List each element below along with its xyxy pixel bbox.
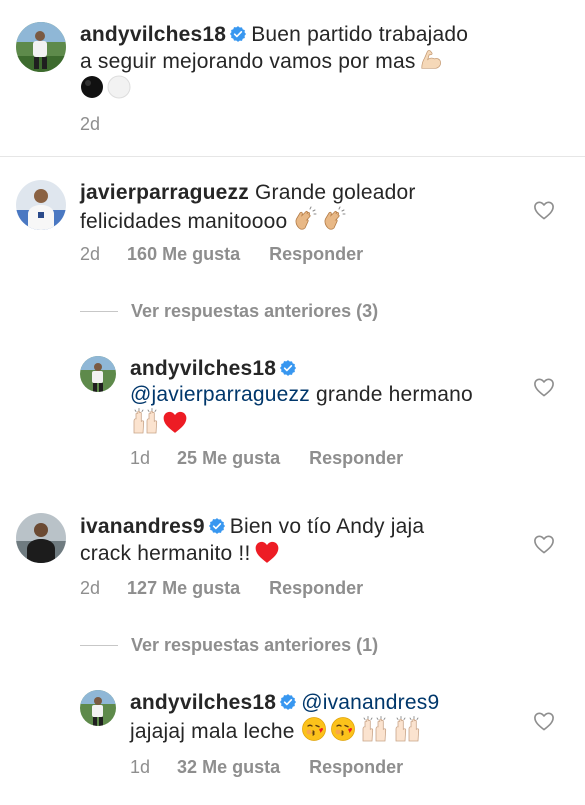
comment-line2: felicidades manitoooo bbox=[80, 210, 288, 233]
raising-hands-emoji bbox=[392, 716, 422, 742]
caption-section: andyvilches18 Buen partido trabajado a se… bbox=[0, 0, 585, 157]
mention-link[interactable]: @javierparraguezz bbox=[130, 383, 310, 406]
comment-likes[interactable]: 160 Me gusta bbox=[127, 244, 240, 265]
caption-line2: a seguir mejorando vamos por mas bbox=[80, 50, 416, 73]
like-heart-icon[interactable] bbox=[533, 377, 555, 397]
mention-link[interactable]: @ivanandres9 bbox=[301, 691, 439, 714]
reply-button[interactable]: Responder bbox=[269, 244, 363, 265]
comment-avatar-javierparraguezz[interactable] bbox=[16, 180, 66, 230]
raising-hands-emoji bbox=[359, 716, 389, 742]
replies-divider bbox=[80, 645, 118, 646]
reply-time: 1d bbox=[130, 448, 151, 468]
caption-line1: Buen partido trabajado bbox=[251, 23, 469, 46]
comment-line1: Bien vo tío Andy jaja bbox=[229, 515, 425, 538]
comment-username[interactable]: javierparraguezz bbox=[80, 181, 249, 204]
clapping-hands-emoji bbox=[322, 206, 348, 232]
reply-text-2: andyvilches18 @ivanandres9 jajajaj mala l… bbox=[130, 690, 530, 745]
reply-avatar-andyvilches18[interactable] bbox=[80, 356, 116, 392]
reply-text-1: andyvilches18 @javierparraguezz grande h… bbox=[130, 356, 520, 437]
reply-button[interactable]: Responder bbox=[309, 757, 403, 778]
kiss-face-emoji bbox=[301, 716, 327, 742]
reply-likes[interactable]: 25 Me gusta bbox=[177, 448, 280, 469]
verified-badge-icon bbox=[229, 25, 247, 43]
kiss-face-emoji bbox=[330, 716, 356, 742]
reply-avatar-andyvilches18[interactable] bbox=[80, 690, 116, 726]
reply-button[interactable]: Responder bbox=[309, 448, 403, 469]
comment-username[interactable]: ivanandres9 bbox=[80, 515, 205, 538]
comment-avatar-ivanandres9[interactable] bbox=[16, 513, 66, 563]
view-previous-replies-button[interactable]: Ver respuestas anteriores (3) bbox=[131, 301, 378, 322]
comment-text-javierparraguezz: javierparraguezz Grande goleador felicid… bbox=[80, 180, 520, 235]
white-circle-emoji bbox=[107, 75, 131, 99]
comment-meta: 2d 127 Me gusta Responder bbox=[80, 578, 363, 599]
reply-meta: 1d 32 Me gusta Responder bbox=[130, 757, 403, 778]
like-heart-icon[interactable] bbox=[533, 711, 555, 731]
caption-meta: 2d bbox=[80, 114, 100, 135]
reply-body: grande hermano bbox=[316, 383, 473, 406]
comment-line2: crack hermanito !! bbox=[80, 542, 251, 565]
like-heart-icon[interactable] bbox=[533, 200, 555, 220]
comment-text-ivanandres9: ivanandres9 Bien vo tío Andy jaja crack h… bbox=[80, 514, 520, 567]
caption-avatar[interactable] bbox=[16, 22, 66, 72]
comment-time: 2d bbox=[80, 244, 101, 264]
black-circle-emoji bbox=[80, 75, 104, 99]
view-previous-replies-button[interactable]: Ver respuestas anteriores (1) bbox=[131, 635, 378, 656]
reply-button[interactable]: Responder bbox=[269, 578, 363, 599]
comment-likes[interactable]: 127 Me gusta bbox=[127, 578, 240, 599]
verified-badge-icon bbox=[279, 693, 297, 711]
caption-time: 2d bbox=[80, 114, 101, 134]
red-heart-emoji bbox=[162, 410, 188, 434]
raising-hands-emoji bbox=[130, 408, 160, 434]
red-heart-emoji bbox=[254, 540, 280, 564]
reply-time: 1d bbox=[130, 757, 151, 777]
flexed-biceps-emoji bbox=[419, 48, 443, 72]
replies-divider bbox=[80, 311, 118, 312]
reply-username[interactable]: andyvilches18 bbox=[130, 691, 276, 714]
reply-username[interactable]: andyvilches18 bbox=[130, 357, 276, 380]
comment-meta: 2d 160 Me gusta Responder bbox=[80, 244, 363, 265]
verified-badge-icon bbox=[279, 359, 297, 377]
comment-time: 2d bbox=[80, 578, 101, 598]
verified-badge-icon bbox=[208, 517, 226, 535]
reply-meta: 1d 25 Me gusta Responder bbox=[130, 448, 403, 469]
comment-line1: Grande goleador bbox=[255, 181, 416, 204]
caption-text: andyvilches18 Buen partido trabajado a se… bbox=[80, 22, 560, 102]
clapping-hands-emoji bbox=[293, 206, 319, 232]
reply-body: jajajaj mala leche bbox=[130, 720, 295, 743]
reply-likes[interactable]: 32 Me gusta bbox=[177, 757, 280, 778]
like-heart-icon[interactable] bbox=[533, 534, 555, 554]
caption-username[interactable]: andyvilches18 bbox=[80, 23, 226, 46]
